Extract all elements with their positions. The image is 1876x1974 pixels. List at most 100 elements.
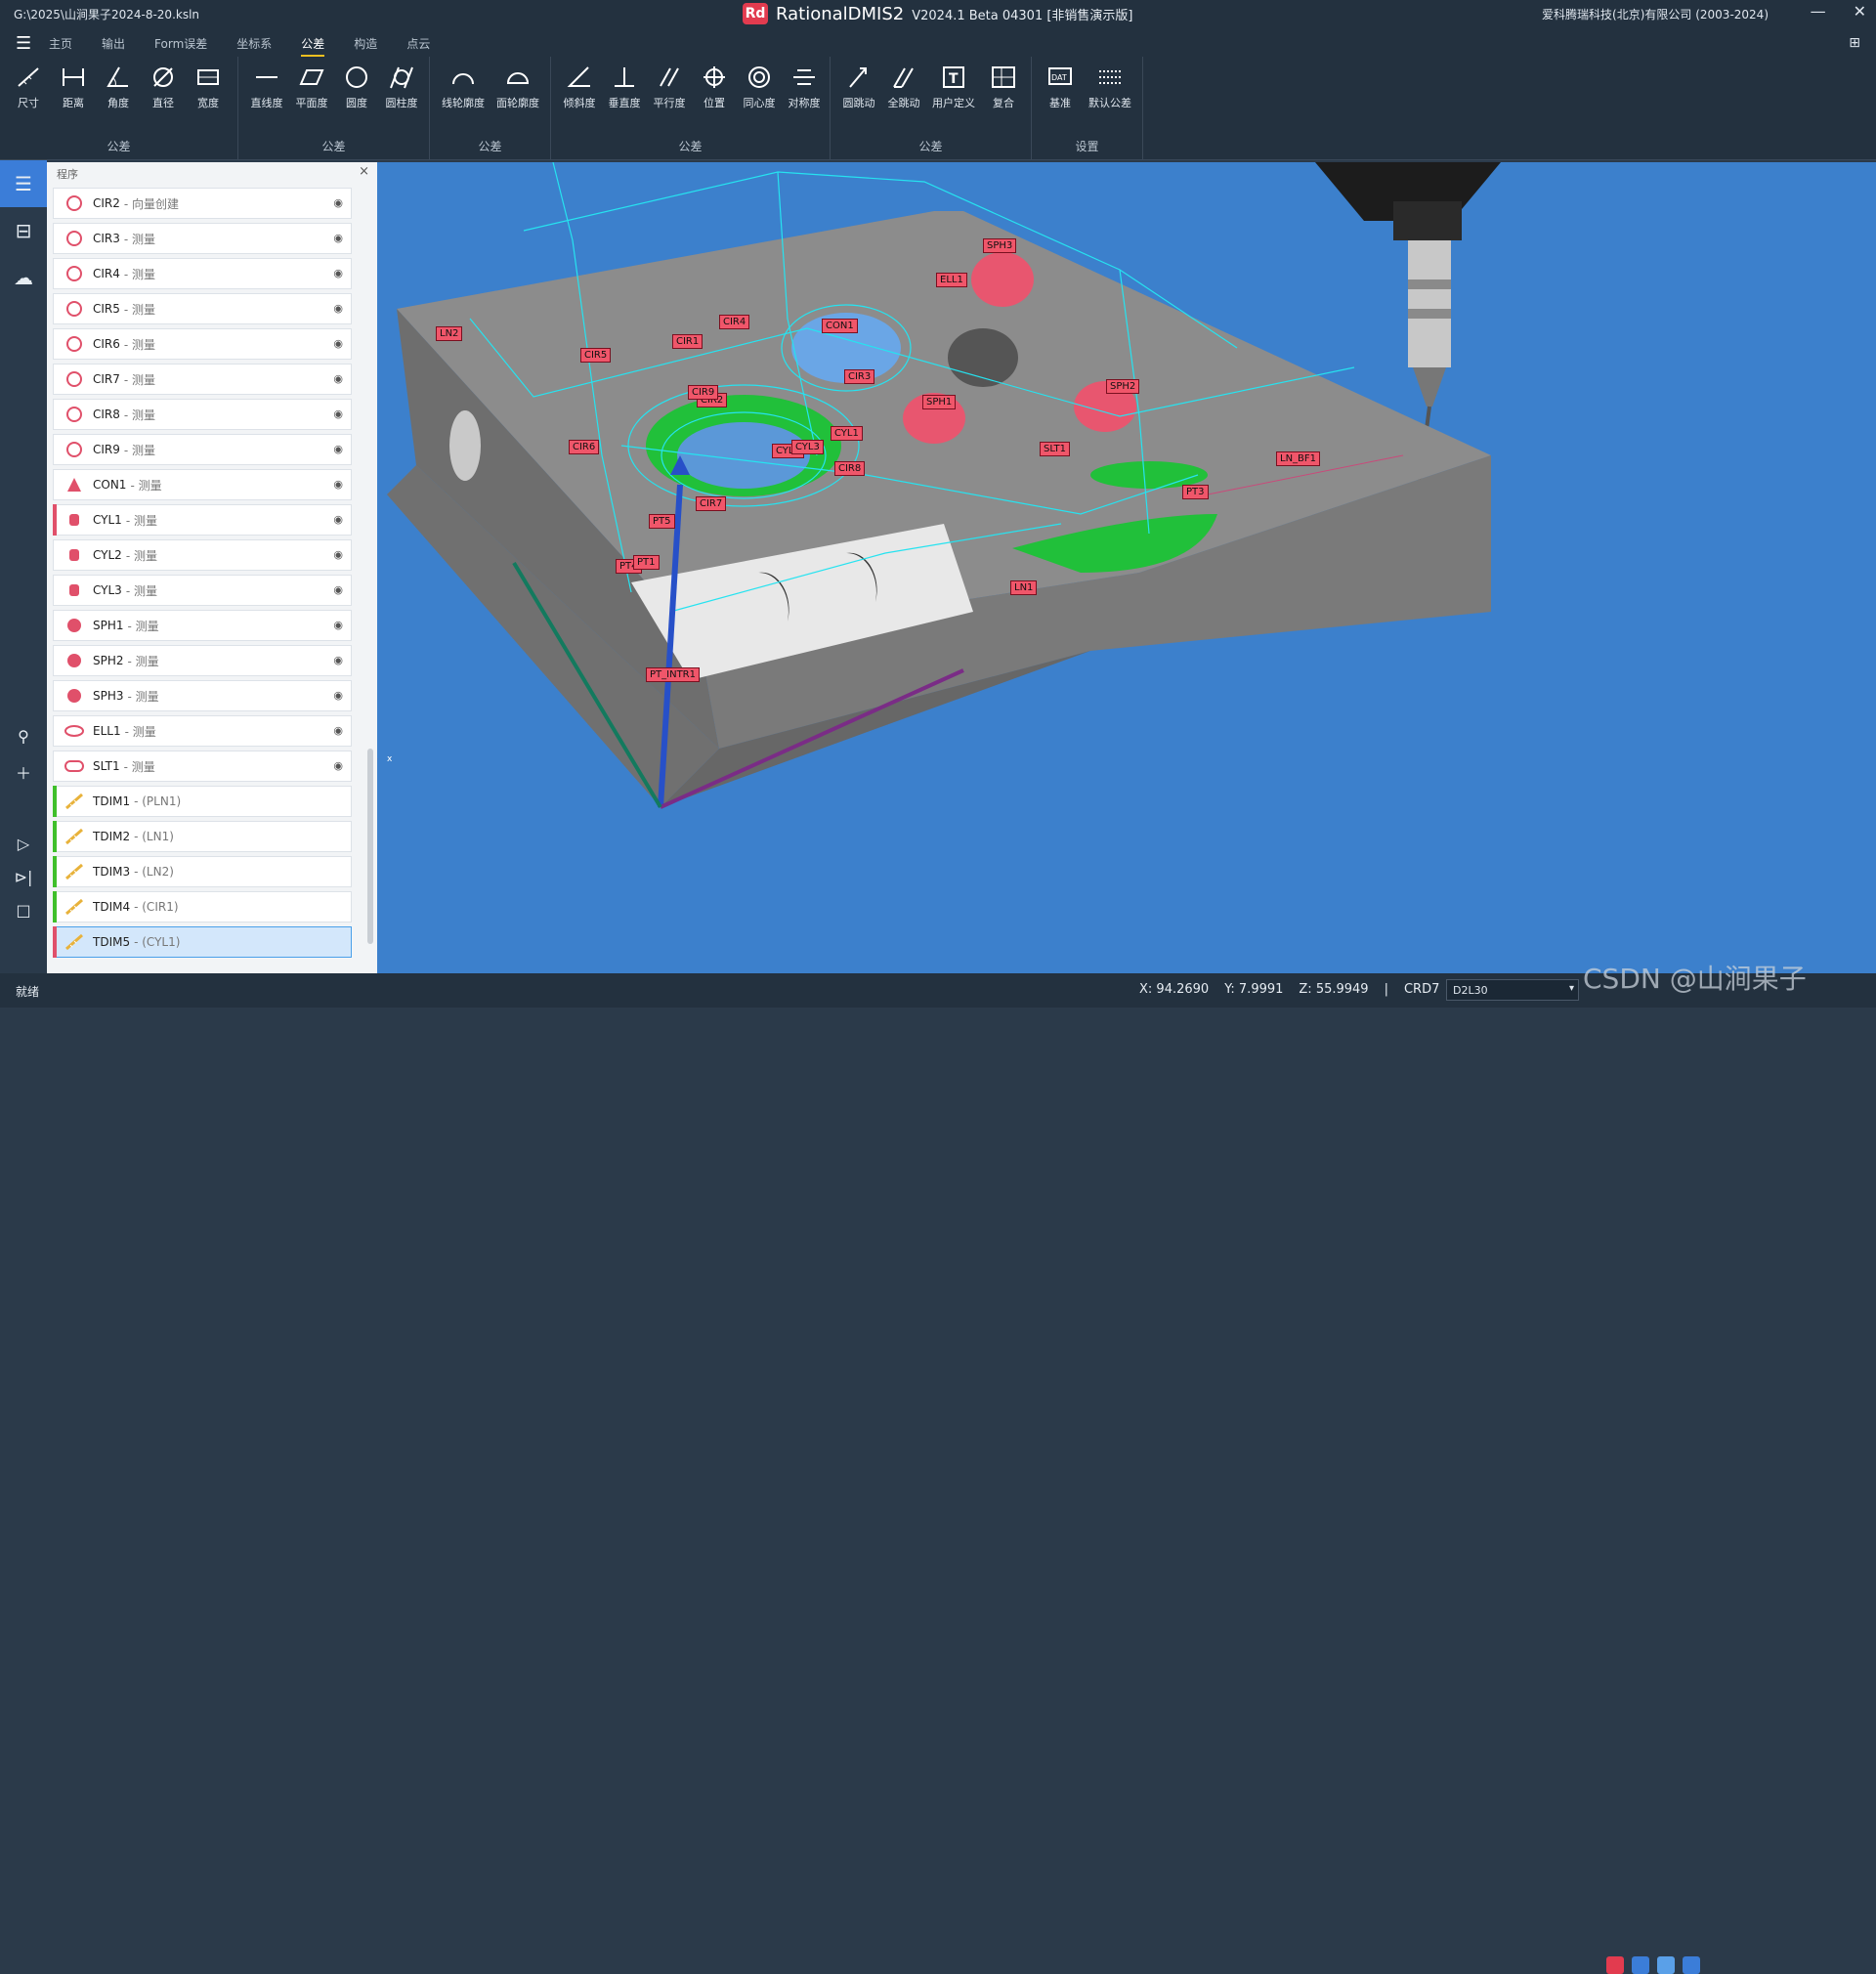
program-item[interactable]: SPH2 - 测量 ◉	[53, 645, 352, 676]
tool-diameter[interactable]: 直径	[141, 63, 186, 110]
visibility-icon[interactable]: ◉	[333, 583, 343, 596]
program-item[interactable]: CON1 - 测量 ◉	[53, 469, 352, 500]
cloud-icon[interactable]: ☁	[0, 254, 47, 301]
feature-label[interactable]: CIR9	[688, 385, 719, 400]
feature-label[interactable]: PT5	[649, 514, 675, 529]
mic-icon[interactable]	[1632, 1956, 1649, 1974]
program-item[interactable]: CIR8 - 测量 ◉	[53, 399, 352, 430]
tree-view-icon[interactable]: ⊟	[0, 207, 47, 254]
tool-circular-runout[interactable]: 圆跳动	[836, 63, 881, 110]
probe-select[interactable]: D2L30 ▾	[1446, 979, 1579, 1001]
program-item[interactable]: CYL1 - 测量 ◉	[53, 504, 352, 536]
feature-label[interactable]: SPH2	[1106, 379, 1140, 394]
program-item[interactable]: TDIM4 - (CIR1)	[53, 891, 352, 923]
program-item[interactable]: SPH1 - 测量 ◉	[53, 610, 352, 641]
tool-position[interactable]: 位置	[692, 63, 737, 110]
visibility-icon[interactable]: ◉	[333, 478, 343, 491]
feature-label[interactable]: SLT1	[1040, 442, 1071, 456]
tool-perpendicularity[interactable]: 垂直度	[602, 63, 647, 110]
feature-label[interactable]: CON1	[822, 319, 858, 333]
tool-datum[interactable]: DAT 基准	[1038, 63, 1083, 110]
tool-flatness[interactable]: 平面度	[289, 63, 334, 110]
program-item[interactable]: TDIM5 - (CYL1)	[53, 926, 352, 958]
program-item[interactable]: CIR9 - 测量 ◉	[53, 434, 352, 465]
visibility-icon[interactable]: ◉	[333, 408, 343, 420]
zoom-icon[interactable]: ⚲	[18, 727, 29, 760]
program-item[interactable]: TDIM1 - (PLN1)	[53, 786, 352, 817]
feature-label[interactable]: PT3	[1182, 485, 1209, 499]
close-icon[interactable]: ✕	[1854, 2, 1866, 21]
visibility-icon[interactable]: ◉	[333, 513, 343, 526]
visibility-icon[interactable]: ◉	[333, 724, 343, 737]
add-icon[interactable]: ＋	[16, 760, 31, 794]
stop-icon[interactable]: □	[16, 901, 30, 934]
tool-distance[interactable]: 距离	[51, 63, 96, 110]
program-item[interactable]: SPH3 - 测量 ◉	[53, 680, 352, 711]
tool-angle[interactable]: 角度	[96, 63, 141, 110]
tool-composite[interactable]: 复合	[981, 63, 1026, 110]
program-item[interactable]: CIR4 - 测量 ◉	[53, 258, 352, 289]
tool-line-profile[interactable]: 线轮廓度	[436, 63, 490, 110]
menu-tab-coordinate[interactable]: 坐标系	[236, 35, 272, 57]
menu-tab-output[interactable]: 输出	[102, 35, 125, 57]
feature-label[interactable]: LN2	[436, 326, 463, 341]
visibility-icon[interactable]: ◉	[333, 196, 343, 209]
menu-tab-tolerance[interactable]: 公差	[301, 35, 325, 57]
tool-size[interactable]: 尺寸	[6, 63, 51, 110]
visibility-icon[interactable]: ◉	[333, 443, 343, 455]
play-icon[interactable]: ▷	[18, 835, 29, 868]
tool-surface-profile[interactable]: 面轮廓度	[490, 63, 545, 110]
program-item[interactable]: CIR7 - 测量 ◉	[53, 364, 352, 395]
feature-label[interactable]: CIR7	[696, 496, 727, 511]
program-item[interactable]: CIR5 - 测量 ◉	[53, 293, 352, 324]
program-list-icon[interactable]: ☰	[0, 160, 47, 207]
program-item[interactable]: CIR6 - 测量 ◉	[53, 328, 352, 360]
menu-tab-construct[interactable]: 构造	[354, 35, 377, 57]
feature-label[interactable]: CIR6	[569, 440, 600, 454]
program-item[interactable]: CIR2 - 向量创建 ◉	[53, 188, 352, 219]
feature-label[interactable]: CIR4	[719, 315, 750, 329]
hamburger-menu-icon[interactable]: ☰	[16, 33, 31, 54]
feature-label[interactable]: CIR5	[580, 348, 612, 363]
feature-label[interactable]: CYL3	[791, 440, 824, 454]
program-item[interactable]: CIR3 - 测量 ◉	[53, 223, 352, 254]
program-item[interactable]: TDIM2 - (LN1)	[53, 821, 352, 852]
menu-tab-point-cloud[interactable]: 点云	[406, 35, 430, 57]
feature-label[interactable]: LN_BF1	[1276, 451, 1321, 466]
tool-user-defined[interactable]: T 用户定义	[926, 63, 981, 110]
feature-label[interactable]: PT_INTR1	[646, 667, 700, 682]
tray-icon[interactable]	[1683, 1956, 1700, 1974]
visibility-icon[interactable]: ◉	[333, 759, 343, 772]
visibility-icon[interactable]: ◉	[333, 654, 343, 666]
menu-tab-home[interactable]: 主页	[49, 35, 72, 57]
feature-label[interactable]: SPH3	[983, 238, 1017, 253]
tool-parallelism[interactable]: 平行度	[647, 63, 692, 110]
visibility-icon[interactable]: ◉	[333, 337, 343, 350]
program-item[interactable]: CYL3 - 测量 ◉	[53, 575, 352, 606]
tool-default-tolerance[interactable]: 默认公差	[1083, 63, 1137, 110]
program-item[interactable]: CYL2 - 测量 ◉	[53, 539, 352, 571]
feature-label[interactable]: CYL1	[831, 426, 863, 441]
visibility-icon[interactable]: ◉	[333, 372, 343, 385]
feature-label[interactable]: CIR1	[672, 334, 704, 349]
visibility-icon[interactable]: ◉	[333, 619, 343, 631]
tool-concentricity[interactable]: 同心度	[737, 63, 782, 110]
menu-tab-form-error[interactable]: Form误差	[154, 35, 207, 57]
feature-label[interactable]: ELL1	[936, 273, 967, 287]
visibility-icon[interactable]: ◉	[333, 302, 343, 315]
tool-width[interactable]: 宽度	[186, 63, 231, 110]
tool-cylindricity[interactable]: 圆柱度	[379, 63, 424, 110]
panel-close-icon[interactable]: ×	[359, 164, 369, 179]
ime-icon[interactable]	[1606, 1956, 1624, 1974]
program-item[interactable]: TDIM3 - (LN2)	[53, 856, 352, 887]
visibility-icon[interactable]: ◉	[333, 548, 343, 561]
visibility-icon[interactable]: ◉	[333, 267, 343, 279]
visibility-icon[interactable]: ◉	[333, 232, 343, 244]
visibility-icon[interactable]: ◉	[333, 689, 343, 702]
tool-total-runout[interactable]: 全跳动	[881, 63, 926, 110]
tool-symmetry[interactable]: 对称度	[782, 63, 827, 110]
minimize-icon[interactable]: —	[1811, 2, 1826, 21]
feature-label[interactable]: CIR8	[834, 461, 866, 476]
step-icon[interactable]: ⊳|	[15, 868, 33, 901]
feature-label[interactable]: LN1	[1010, 580, 1038, 595]
